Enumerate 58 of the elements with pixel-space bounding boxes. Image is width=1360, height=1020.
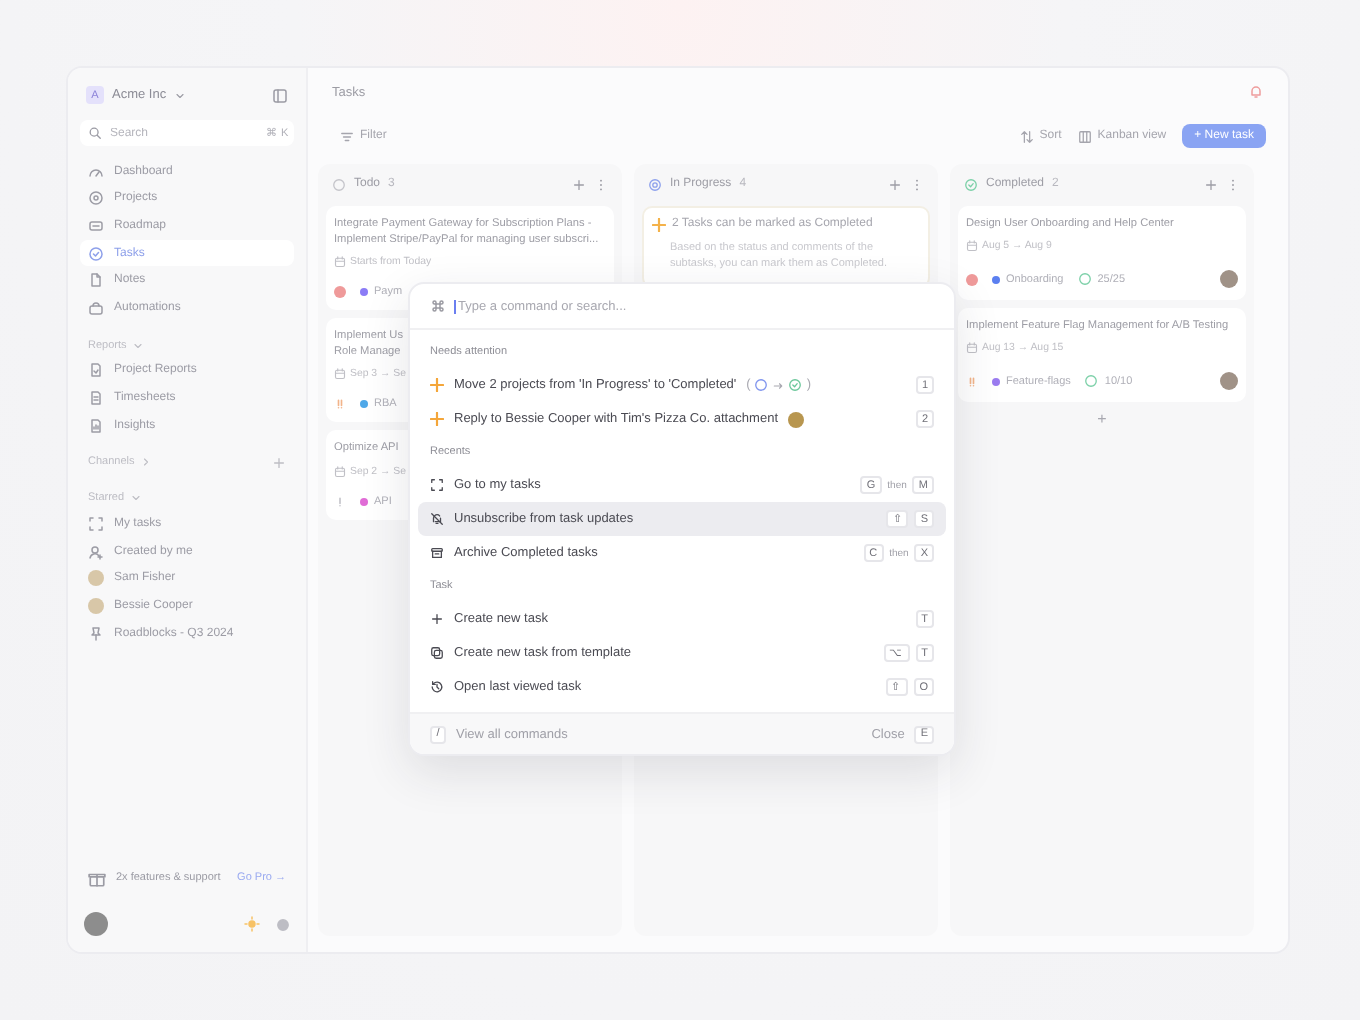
check-circle-icon <box>88 245 104 262</box>
calendar-icon <box>334 465 346 478</box>
sort-icon <box>1019 129 1034 143</box>
gauge-icon <box>88 163 104 180</box>
check-circle-icon <box>788 378 803 392</box>
more-icon[interactable] <box>910 177 924 191</box>
target-icon <box>88 190 104 207</box>
more-icon[interactable] <box>594 177 608 191</box>
bag-icon <box>88 299 104 316</box>
plus-icon[interactable] <box>572 177 586 191</box>
filter-icon <box>340 129 354 143</box>
plus-icon <box>430 612 444 626</box>
progress-ring-icon <box>1077 272 1092 287</box>
sidebar-toggle-icon[interactable] <box>272 87 288 103</box>
user-avatar[interactable] <box>84 912 108 936</box>
user-icon <box>88 543 104 560</box>
template-icon <box>430 646 444 660</box>
plus-icon[interactable] <box>272 455 286 470</box>
urgent-priority-icon <box>334 286 346 299</box>
pin-icon <box>88 625 104 642</box>
sun-icon[interactable] <box>244 916 260 932</box>
high-priority-icon <box>966 375 978 388</box>
chevron-down-icon <box>130 492 143 505</box>
progress-circle-icon <box>754 378 769 392</box>
search-icon <box>88 126 102 140</box>
report-icon <box>88 362 104 379</box>
circle-icon <box>332 177 346 191</box>
calendar-icon <box>334 256 346 269</box>
focus-icon <box>88 516 104 533</box>
sheet-icon <box>88 389 104 406</box>
add-card-button[interactable]: + <box>1097 410 1107 429</box>
bell-off-icon <box>430 512 444 526</box>
command-icon <box>430 298 446 314</box>
calendar-icon <box>334 368 346 381</box>
archive-icon <box>430 546 444 560</box>
chevron-down-icon <box>174 89 187 101</box>
map-icon <box>88 217 104 234</box>
progress-ring-icon <box>1084 374 1099 389</box>
chevron-down-icon <box>132 339 145 352</box>
columns-icon <box>1077 129 1092 143</box>
gift-icon <box>88 869 106 887</box>
plus-icon[interactable] <box>1204 177 1218 191</box>
high-priority-icon <box>334 398 346 411</box>
low-priority-icon <box>334 495 346 508</box>
insight-icon <box>88 417 104 434</box>
more-icon[interactable] <box>1226 177 1240 191</box>
history-icon <box>430 680 444 694</box>
calendar-icon <box>966 240 978 253</box>
document-icon <box>88 272 104 289</box>
arrow-icon <box>772 379 785 391</box>
progress-circle-icon <box>648 177 662 191</box>
bell-icon[interactable] <box>1248 84 1264 100</box>
calendar-icon <box>966 342 978 355</box>
chevron-right-icon <box>140 456 153 469</box>
check-circle-icon <box>964 177 978 191</box>
urgent-priority-icon <box>966 273 978 286</box>
focus-icon <box>430 478 444 492</box>
plus-icon[interactable] <box>888 177 902 191</box>
